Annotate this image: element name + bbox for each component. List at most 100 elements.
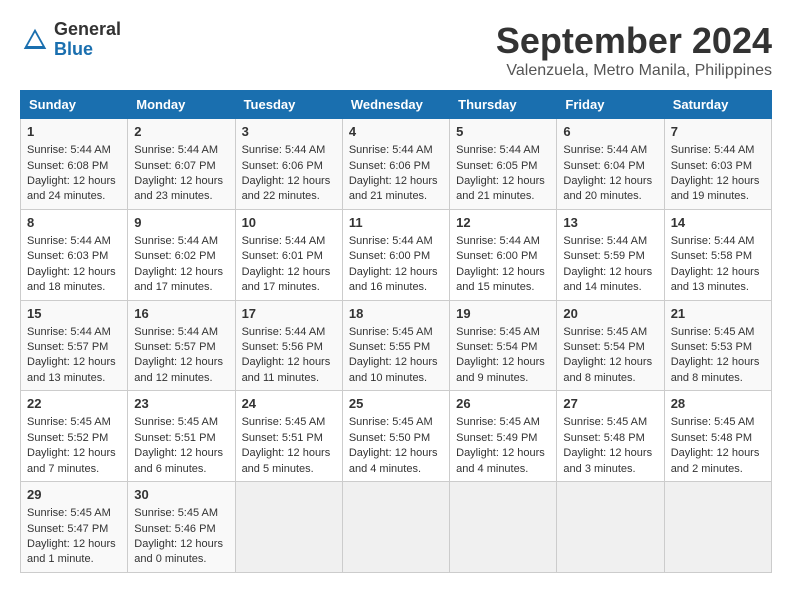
sunset-label: Sunset: 5:54 PM	[456, 341, 537, 353]
day-cell: 18 Sunrise: 5:45 AM Sunset: 5:55 PM Dayl…	[342, 300, 449, 391]
sunset-label: Sunset: 5:57 PM	[134, 341, 215, 353]
daylight-label: Daylight: 12 hours	[27, 175, 116, 187]
sunrise-label: Sunrise: 5:44 AM	[27, 235, 111, 247]
daylight-minutes: and 4 minutes.	[349, 463, 421, 475]
sunset-label: Sunset: 5:48 PM	[671, 432, 752, 444]
daylight-minutes: and 17 minutes.	[242, 281, 320, 293]
sunset-label: Sunset: 6:02 PM	[134, 250, 215, 262]
daylight-minutes: and 10 minutes.	[349, 372, 427, 384]
day-cell: 5 Sunrise: 5:44 AM Sunset: 6:05 PM Dayli…	[450, 119, 557, 210]
daylight-minutes: and 11 minutes.	[242, 372, 319, 384]
sunrise-label: Sunrise: 5:44 AM	[242, 144, 326, 156]
col-saturday: Saturday	[664, 91, 771, 119]
daylight-minutes: and 14 minutes.	[563, 281, 641, 293]
day-number: 17	[242, 305, 336, 323]
daylight-label: Daylight: 12 hours	[349, 266, 438, 278]
day-cell: 21 Sunrise: 5:45 AM Sunset: 5:53 PM Dayl…	[664, 300, 771, 391]
daylight-minutes: and 23 minutes.	[134, 190, 212, 202]
sunrise-label: Sunrise: 5:44 AM	[242, 326, 326, 338]
sunrise-label: Sunrise: 5:44 AM	[27, 326, 111, 338]
col-tuesday: Tuesday	[235, 91, 342, 119]
day-cell: 15 Sunrise: 5:44 AM Sunset: 5:57 PM Dayl…	[21, 300, 128, 391]
sunrise-label: Sunrise: 5:44 AM	[671, 144, 755, 156]
day-cell: 9 Sunrise: 5:44 AM Sunset: 6:02 PM Dayli…	[128, 209, 235, 300]
daylight-minutes: and 8 minutes.	[671, 372, 743, 384]
day-number: 4	[349, 123, 443, 141]
daylight-minutes: and 7 minutes.	[27, 463, 99, 475]
sunset-label: Sunset: 5:51 PM	[242, 432, 323, 444]
daylight-label: Daylight: 12 hours	[134, 175, 223, 187]
day-cell: 28 Sunrise: 5:45 AM Sunset: 5:48 PM Dayl…	[664, 391, 771, 482]
sunset-label: Sunset: 5:50 PM	[349, 432, 430, 444]
daylight-minutes: and 20 minutes.	[563, 190, 641, 202]
logo-icon	[20, 25, 50, 55]
day-number: 12	[456, 214, 550, 232]
sunrise-label: Sunrise: 5:45 AM	[456, 416, 540, 428]
sunrise-label: Sunrise: 5:44 AM	[134, 326, 218, 338]
sunrise-label: Sunrise: 5:44 AM	[456, 235, 540, 247]
daylight-minutes: and 13 minutes.	[671, 281, 749, 293]
day-cell: 29 Sunrise: 5:45 AM Sunset: 5:47 PM Dayl…	[21, 482, 128, 573]
daylight-minutes: and 21 minutes.	[456, 190, 534, 202]
sunrise-label: Sunrise: 5:45 AM	[563, 416, 647, 428]
daylight-label: Daylight: 12 hours	[563, 447, 652, 459]
col-monday: Monday	[128, 91, 235, 119]
day-cell	[235, 482, 342, 573]
sunset-label: Sunset: 6:00 PM	[456, 250, 537, 262]
sunset-label: Sunset: 5:52 PM	[27, 432, 108, 444]
logo-text: General Blue	[54, 20, 121, 60]
header-row: Sunday Monday Tuesday Wednesday Thursday…	[21, 91, 772, 119]
daylight-label: Daylight: 12 hours	[134, 266, 223, 278]
subtitle: Valenzuela, Metro Manila, Philippines	[496, 62, 772, 80]
sunset-label: Sunset: 6:06 PM	[242, 160, 323, 172]
day-number: 16	[134, 305, 228, 323]
sunrise-label: Sunrise: 5:44 AM	[563, 235, 647, 247]
sunset-label: Sunset: 5:46 PM	[134, 523, 215, 535]
day-cell: 23 Sunrise: 5:45 AM Sunset: 5:51 PM Dayl…	[128, 391, 235, 482]
sunrise-label: Sunrise: 5:44 AM	[134, 235, 218, 247]
col-sunday: Sunday	[21, 91, 128, 119]
day-number: 11	[349, 214, 443, 232]
daylight-label: Daylight: 12 hours	[27, 538, 116, 550]
logo-general: General	[54, 20, 121, 40]
day-cell: 11 Sunrise: 5:44 AM Sunset: 6:00 PM Dayl…	[342, 209, 449, 300]
day-number: 9	[134, 214, 228, 232]
daylight-label: Daylight: 12 hours	[456, 266, 545, 278]
day-cell: 8 Sunrise: 5:44 AM Sunset: 6:03 PM Dayli…	[21, 209, 128, 300]
day-number: 30	[134, 486, 228, 504]
sunset-label: Sunset: 5:48 PM	[563, 432, 644, 444]
daylight-minutes: and 16 minutes.	[349, 281, 427, 293]
week-row-3: 15 Sunrise: 5:44 AM Sunset: 5:57 PM Dayl…	[21, 300, 772, 391]
sunset-label: Sunset: 5:51 PM	[134, 432, 215, 444]
daylight-minutes: and 18 minutes.	[27, 281, 105, 293]
daylight-minutes: and 22 minutes.	[242, 190, 320, 202]
sunrise-label: Sunrise: 5:45 AM	[671, 326, 755, 338]
daylight-minutes: and 24 minutes.	[27, 190, 105, 202]
sunset-label: Sunset: 6:03 PM	[27, 250, 108, 262]
sunrise-label: Sunrise: 5:45 AM	[563, 326, 647, 338]
day-cell: 12 Sunrise: 5:44 AM Sunset: 6:00 PM Dayl…	[450, 209, 557, 300]
sunset-label: Sunset: 5:58 PM	[671, 250, 752, 262]
daylight-label: Daylight: 12 hours	[242, 175, 331, 187]
day-cell: 16 Sunrise: 5:44 AM Sunset: 5:57 PM Dayl…	[128, 300, 235, 391]
day-number: 3	[242, 123, 336, 141]
sunrise-label: Sunrise: 5:45 AM	[671, 416, 755, 428]
daylight-minutes: and 4 minutes.	[456, 463, 528, 475]
day-cell: 22 Sunrise: 5:45 AM Sunset: 5:52 PM Dayl…	[21, 391, 128, 482]
daylight-minutes: and 21 minutes.	[349, 190, 427, 202]
col-wednesday: Wednesday	[342, 91, 449, 119]
col-thursday: Thursday	[450, 91, 557, 119]
day-cell	[342, 482, 449, 573]
sunrise-label: Sunrise: 5:44 AM	[671, 235, 755, 247]
main-title: September 2024	[496, 20, 772, 62]
header: General Blue September 2024 Valenzuela, …	[20, 20, 772, 80]
col-friday: Friday	[557, 91, 664, 119]
daylight-minutes: and 9 minutes.	[456, 372, 528, 384]
week-row-2: 8 Sunrise: 5:44 AM Sunset: 6:03 PM Dayli…	[21, 209, 772, 300]
daylight-label: Daylight: 12 hours	[349, 175, 438, 187]
day-number: 7	[671, 123, 765, 141]
day-number: 14	[671, 214, 765, 232]
day-number: 15	[27, 305, 121, 323]
daylight-label: Daylight: 12 hours	[242, 266, 331, 278]
day-number: 19	[456, 305, 550, 323]
